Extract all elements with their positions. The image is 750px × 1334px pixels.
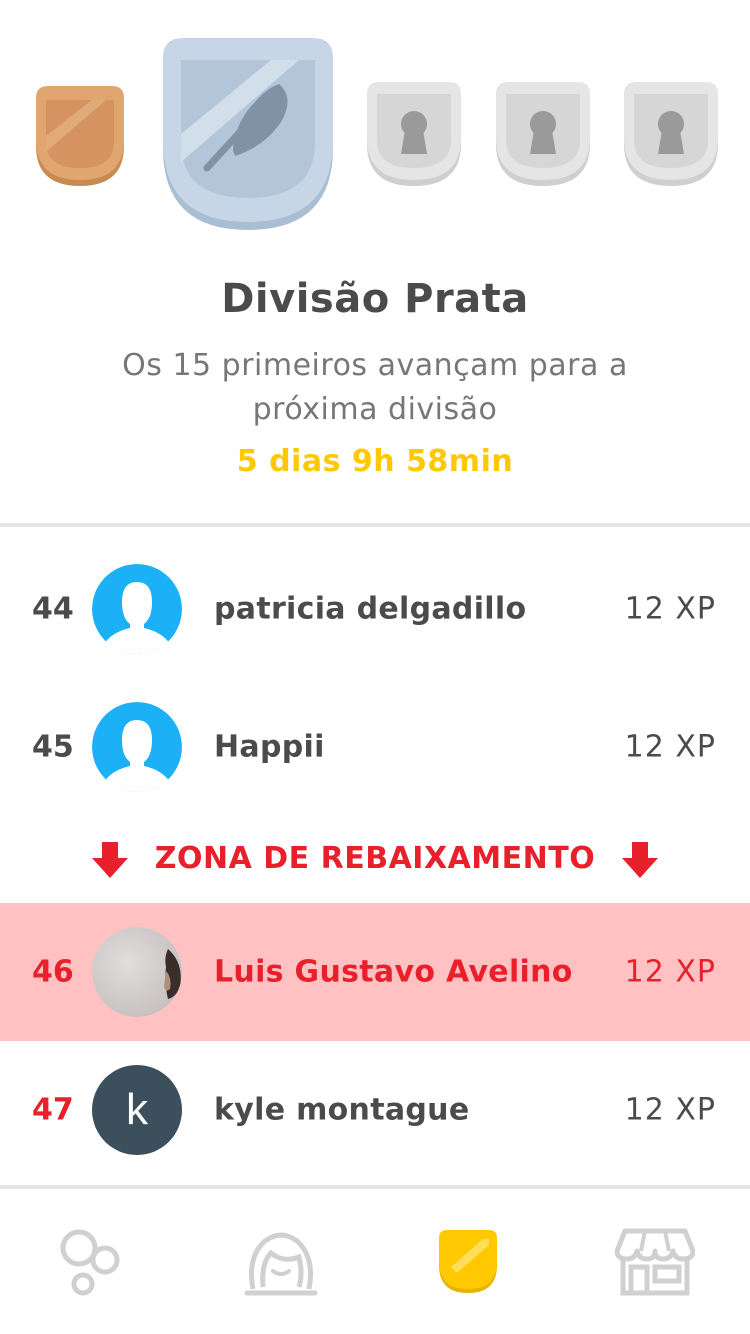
rank-number: 46: [32, 954, 74, 990]
league-badges: [0, 0, 750, 250]
user-xp: 12 XP: [624, 591, 716, 627]
shop-icon: [614, 1228, 695, 1295]
user-name: patricia delgadillo: [214, 591, 527, 627]
user-name: Happii: [214, 729, 325, 765]
arrow-down-icon: [620, 840, 660, 884]
league-subtitle: Os 15 primeiros avançam para a próxima d…: [122, 348, 628, 427]
user-xp: 12 XP: [624, 1092, 716, 1128]
demotion-zone-banner: ZONA DE REBAIXAMENTO: [0, 834, 750, 884]
profile-icon: [244, 1232, 317, 1295]
rank-number: 47: [32, 1092, 74, 1128]
letter-avatar: k: [92, 1065, 182, 1155]
bronze-league-badge[interactable]: [32, 86, 128, 190]
nav-learn[interactable]: [0, 1189, 187, 1334]
user-name: kyle montague: [214, 1092, 470, 1128]
leaderboard-row[interactable]: 47 k kyle montague 12 XP: [0, 1041, 750, 1179]
league-title: Divisão Prata: [221, 276, 529, 322]
leaderboard-row[interactable]: 44 patricia delgadillo 12 XP: [0, 540, 750, 678]
locked-league-badge[interactable]: [365, 82, 463, 190]
user-xp: 12 XP: [624, 954, 716, 990]
user-name: Luis Gustavo Avelino: [214, 954, 573, 990]
leaderboard-shield-icon: [438, 1229, 497, 1293]
silver-league-badge[interactable]: [161, 38, 335, 234]
learn-bubbles-icon: [60, 1229, 119, 1295]
locked-league-badge[interactable]: [494, 82, 592, 190]
leaderboard-row-current-user[interactable]: 46 Luis Gustavo Avelino 12 XP: [0, 903, 750, 1041]
default-avatar-icon: [92, 564, 182, 654]
default-avatar-icon: [92, 702, 182, 792]
nav-leaderboard[interactable]: [374, 1189, 561, 1334]
bottom-nav: [0, 1189, 750, 1334]
leaderboard-row[interactable]: 45 Happii 12 XP: [0, 678, 750, 816]
nav-shop[interactable]: [561, 1189, 748, 1334]
rank-number: 45: [32, 729, 74, 765]
rank-number: 44: [32, 591, 74, 627]
locked-league-badge[interactable]: [622, 82, 720, 190]
divider: [0, 523, 750, 527]
league-timer: 5 dias 9h 58min: [236, 444, 514, 479]
user-xp: 12 XP: [624, 729, 716, 765]
nav-profile[interactable]: [187, 1189, 374, 1334]
photo-avatar: [92, 927, 182, 1017]
